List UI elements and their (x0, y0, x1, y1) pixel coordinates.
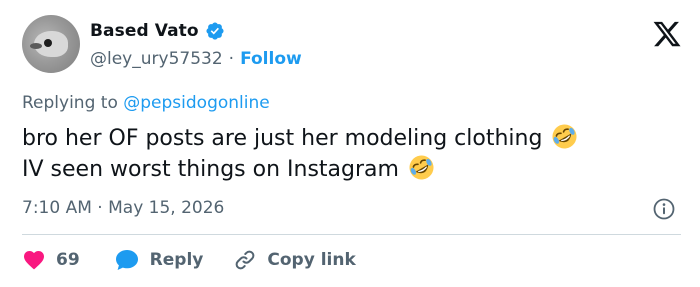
rofl-emoji-icon (409, 155, 434, 180)
timestamp-date: May 15, 2026 (108, 198, 225, 218)
handle-line: @ley_ury57532 · Follow (90, 49, 302, 69)
copy-link-button[interactable]: Copy link (233, 248, 356, 272)
reply-button[interactable]: Reply (114, 248, 204, 272)
tweet-header: Based Vato @ley_ury57532 · Follow (22, 15, 682, 79)
verified-badge-icon (206, 22, 224, 40)
display-name[interactable]: Based Vato (90, 21, 199, 41)
avatar-eye (44, 39, 52, 47)
info-icon[interactable] (652, 197, 676, 221)
avatar[interactable] (22, 15, 80, 73)
speech-bubble-icon (115, 250, 138, 270)
tweet-text: bro her OF posts are just her modeling c… (22, 123, 682, 185)
tweet-line-1: bro her OF posts are just her modeling c… (22, 123, 682, 154)
replying-to: Replying to @pepsidogonline (22, 93, 270, 113)
follow-button[interactable]: Follow (240, 49, 302, 69)
timestamp[interactable]: 7:10 AM · May 15, 2026 (22, 198, 224, 218)
copy-link-label: Copy link (267, 250, 356, 270)
like-count: 69 (56, 250, 80, 270)
tweet-line-1-text: bro her OF posts are just her modeling c… (22, 126, 543, 151)
avatar-nose (30, 43, 42, 49)
divider (22, 234, 681, 235)
handle[interactable]: @ley_ury57532 (90, 49, 223, 69)
tweet-line-2-text: IV seen worst things on Instagram (22, 157, 399, 182)
action-bar: 69 Reply Copy link (22, 245, 356, 275)
rofl-emoji-icon (552, 124, 577, 149)
name-line: Based Vato (90, 21, 225, 41)
link-icon (236, 250, 255, 270)
timestamp-separator: · (97, 198, 103, 218)
timestamp-time: 7:10 AM (22, 198, 92, 218)
like-button[interactable]: 69 (22, 248, 80, 272)
x-logo-icon[interactable] (652, 19, 682, 49)
heart-icon (24, 251, 44, 270)
replying-mention[interactable]: @pepsidogonline (123, 93, 269, 113)
tweet-line-2: IV seen worst things on Instagram (22, 154, 682, 185)
reply-label: Reply (149, 250, 204, 270)
handle-separator: · (228, 49, 235, 69)
replying-prefix: Replying to (22, 93, 118, 113)
